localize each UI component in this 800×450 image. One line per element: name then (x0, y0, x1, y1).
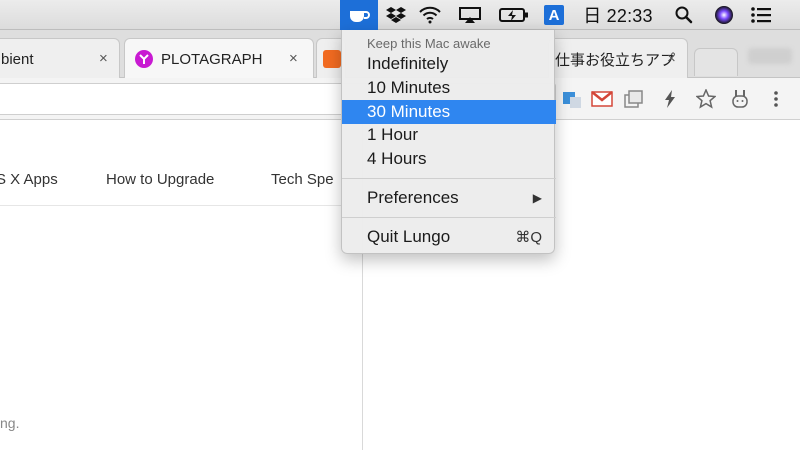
orange-favicon-icon (323, 50, 341, 68)
menu-item-1-hour[interactable]: 1 Hour (342, 123, 556, 147)
rabbit-extension-icon[interactable] (728, 86, 752, 112)
tab-plotagraph[interactable]: PLOTAGRAPH × (124, 38, 314, 79)
menu-item-10-minutes[interactable]: 10 Minutes (342, 76, 556, 100)
tab-close-icon[interactable]: × (99, 50, 108, 67)
menubar-clock[interactable]: 日 22:33 (580, 0, 656, 30)
lungo-dropdown-menu: Keep this Mac awake Indefinitely 10 Minu… (341, 30, 556, 254)
tab-title: bient (1, 50, 34, 68)
gmail-icon[interactable] (590, 86, 614, 112)
menu-bar: A 日 22:33 (0, 0, 800, 30)
menu-item-30-minutes[interactable]: 30 Minutes (342, 100, 556, 124)
page-text-fragment: ng. (0, 415, 20, 431)
bookmark-star-icon[interactable] (694, 86, 718, 112)
menu-item-indefinitely[interactable]: Indefinitely (342, 52, 556, 76)
quit-label: Quit Lungo (367, 227, 451, 246)
chrome-menu-icon[interactable] (766, 86, 786, 112)
dropbox-icon[interactable] (382, 0, 410, 30)
new-tab-button[interactable] (694, 48, 738, 76)
menu-separator (342, 217, 556, 218)
site-nav: S X Apps How to Upgrade Tech Spe (0, 121, 363, 206)
menu-item-4-hours[interactable]: 4 Hours (342, 147, 556, 171)
tab-close-icon[interactable]: × (289, 50, 298, 67)
submenu-arrow-icon: ▶ (532, 191, 542, 205)
page-content: S X Apps How to Upgrade Tech Spe ng. (0, 121, 363, 450)
menu-separator (342, 178, 556, 179)
tab-japanese[interactable]: 仕事お役立ちアプ × (548, 38, 688, 79)
tab-manager-icon[interactable] (622, 86, 646, 112)
preferences-label: Preferences (367, 188, 459, 207)
tab-ambient[interactable]: bient × (0, 38, 120, 79)
plotagraph-favicon-icon (135, 50, 153, 68)
wifi-icon[interactable] (414, 0, 446, 30)
menu-header: Keep this Mac awake (367, 36, 491, 51)
nav-link-tech-specs[interactable]: Tech Spe (271, 171, 334, 188)
menu-item-preferences[interactable]: Preferences ▶ (342, 186, 556, 210)
menu-item-quit[interactable]: Quit Lungo ⌘Q (342, 225, 556, 249)
profile-blur (748, 48, 792, 64)
nav-link-osx-apps[interactable]: S X Apps (0, 171, 58, 188)
spotlight-search-icon[interactable] (670, 0, 698, 30)
tab-close-icon[interactable]: × (667, 50, 676, 67)
extension-translate-icon[interactable] (560, 86, 584, 112)
quit-shortcut: ⌘Q (515, 229, 542, 246)
siri-icon[interactable] (710, 0, 738, 30)
notification-center-icon[interactable] (746, 0, 776, 30)
nav-link-how-to-upgrade[interactable]: How to Upgrade (106, 171, 214, 188)
input-method-icon[interactable]: A (542, 0, 566, 30)
lungo-menu-icon[interactable] (340, 0, 378, 30)
tab-title: 仕事お役立ちアプ (555, 51, 676, 69)
tab-title: PLOTAGRAPH (161, 50, 263, 68)
battery-charging-icon[interactable] (496, 0, 532, 30)
lightning-icon[interactable] (660, 86, 680, 112)
airplay-icon[interactable] (454, 0, 486, 30)
